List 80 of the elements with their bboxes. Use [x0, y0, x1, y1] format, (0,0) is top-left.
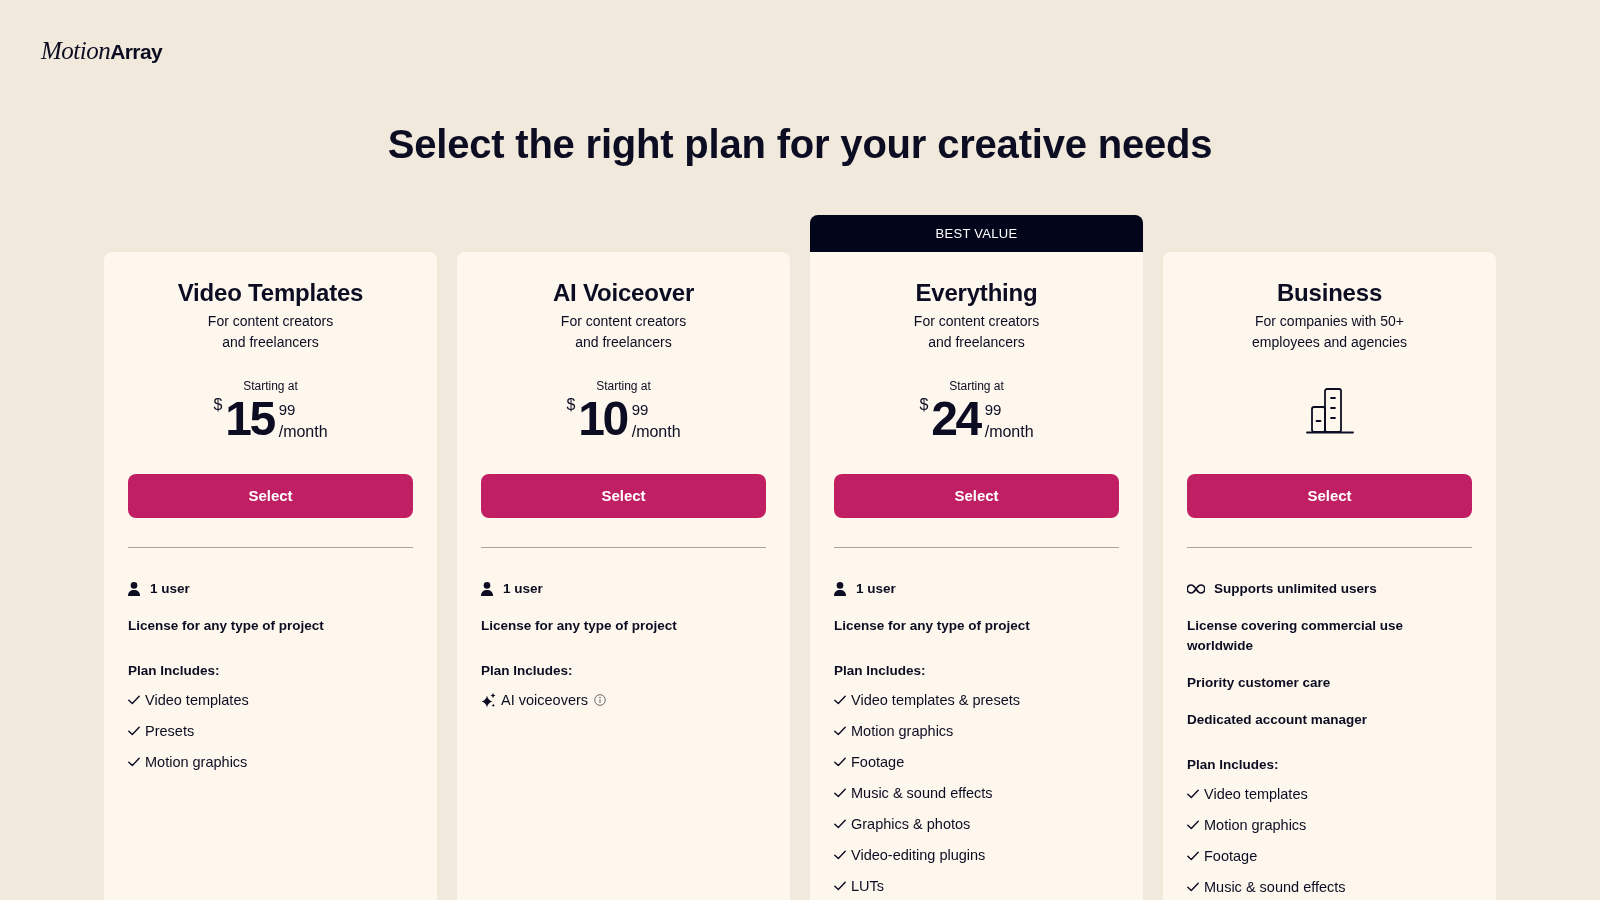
feature-text: Video-editing plugins — [851, 846, 986, 865]
feature-text: Motion graphics — [1204, 816, 1307, 835]
price-cents: 99 — [631, 401, 649, 419]
check-icon — [128, 695, 140, 705]
perk-text: License for any type of project — [481, 617, 678, 635]
info-icon[interactable] — [594, 694, 607, 706]
select-button[interactable]: Select — [1187, 474, 1472, 518]
plan-title: Everything — [914, 278, 1039, 308]
feature-text: LUTs — [851, 877, 885, 896]
check-icon — [834, 850, 846, 860]
page-heading: Select the right plan for your creative needs — [386, 121, 1214, 168]
check-icon — [834, 726, 846, 736]
check-icon — [1187, 820, 1199, 830]
building-icon — [1305, 388, 1354, 434]
currency-symbol: $ — [566, 397, 576, 413]
includes-heading: Plan Includes: — [481, 662, 574, 680]
seat-text: Supports unlimited users — [1214, 580, 1377, 598]
perk-text: License for any type of project — [834, 617, 1031, 635]
select-button[interactable]: Select — [128, 474, 413, 518]
feature-text: Footage — [1204, 847, 1258, 866]
plan-title: Business — [1275, 278, 1384, 308]
includes-heading: Plan Includes: — [128, 662, 221, 680]
price-amount: 10 — [578, 395, 627, 443]
feature-text: Music & sound effects — [1204, 878, 1346, 897]
plan-description: For content creators and freelancers — [559, 312, 688, 352]
price-caption: Starting at — [948, 378, 1005, 395]
price-amount: 15 — [225, 395, 274, 443]
person-icon — [834, 582, 846, 596]
check-icon — [834, 881, 846, 891]
perk-text: License for any type of project — [128, 617, 325, 635]
plan-title: AI Voiceover — [551, 278, 696, 308]
perk-text: Dedicated account manager — [1187, 711, 1369, 729]
feature-text: Video templates & presets — [851, 691, 1020, 710]
feature-text: Footage — [851, 753, 905, 772]
plan-title: Video Templates — [176, 278, 365, 308]
feature-text: Motion graphics — [851, 722, 954, 741]
check-icon — [1187, 851, 1199, 861]
feature-text: AI voiceovers — [501, 691, 589, 710]
price-period: /month — [631, 422, 681, 442]
check-icon — [128, 757, 140, 767]
ribbon-label: BEST VALUE — [810, 215, 1143, 252]
select-button[interactable]: Select — [834, 474, 1119, 518]
price-amount: 24 — [931, 395, 980, 443]
check-icon — [128, 726, 140, 736]
feature-text: Music & sound effects — [851, 784, 993, 803]
price-cents: 99 — [278, 401, 296, 419]
person-icon — [128, 582, 140, 596]
price-period: /month — [278, 422, 328, 442]
person-icon — [481, 582, 493, 596]
feature-text: Motion graphics — [145, 753, 248, 772]
price-cents: 99 — [984, 401, 1002, 419]
plan-description: For content creators and freelancers — [206, 312, 335, 352]
price-caption: Starting at — [242, 378, 299, 395]
check-icon — [834, 819, 846, 829]
includes-heading: Plan Includes: — [834, 662, 927, 680]
logo[interactable]: MotionArray — [41, 36, 163, 69]
plan-description: For content creators and freelancers — [912, 312, 1041, 352]
price-caption: Starting at — [595, 378, 652, 395]
infinity-icon — [1187, 584, 1205, 594]
seat-text: 1 user — [503, 580, 543, 598]
check-icon — [834, 757, 846, 767]
select-button[interactable]: Select — [481, 474, 766, 518]
plan-description: For companies with 50+ employees and agencies — [1251, 312, 1408, 352]
feature-text: Presets — [145, 722, 195, 741]
price-period: /month — [984, 422, 1034, 442]
feature-text: Video templates — [1204, 785, 1308, 804]
check-icon — [1187, 882, 1199, 892]
currency-symbol: $ — [213, 397, 223, 413]
check-icon — [834, 788, 846, 798]
check-icon — [1187, 789, 1199, 799]
seat-text: 1 user — [150, 580, 190, 598]
feature-text: Video templates — [145, 691, 249, 710]
check-icon — [834, 695, 846, 705]
perk-text: Priority customer care — [1187, 674, 1332, 692]
sparkle-icon — [481, 692, 496, 708]
currency-symbol: $ — [919, 397, 929, 413]
perk-text: License covering commercial use worldwide — [1187, 617, 1405, 655]
includes-heading: Plan Includes: — [1187, 756, 1280, 774]
seat-text: 1 user — [856, 580, 896, 598]
feature-text: Graphics & photos — [851, 815, 971, 834]
